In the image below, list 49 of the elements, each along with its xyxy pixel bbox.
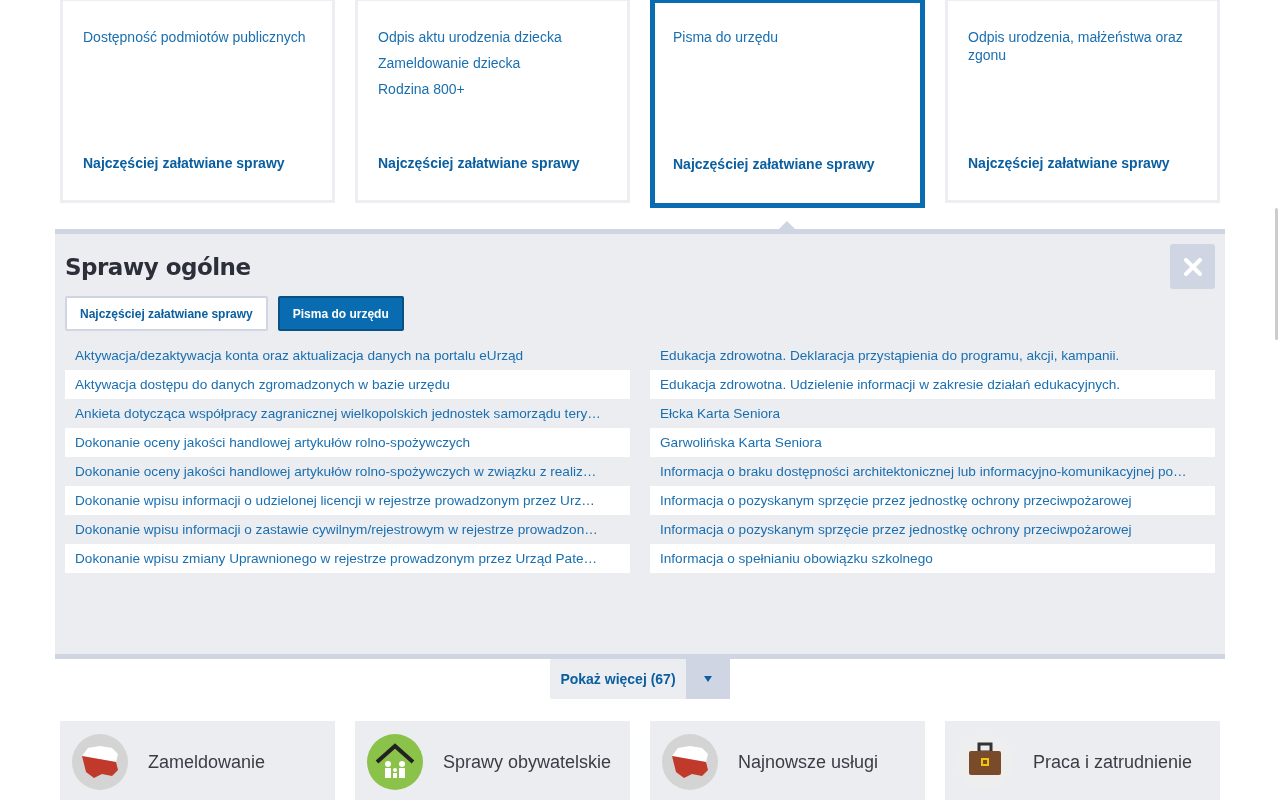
service-card[interactable]: Odpis aktu urodzenia dziecka Zameldowanie dziecka Rodzina 800+ Najczęściej załatwiane sprawy — [355, 0, 630, 203]
scrollbar-thumb[interactable] — [1275, 208, 1278, 340]
service-link[interactable]: Dostępność podmiotów publicznych — [83, 28, 312, 46]
service-link[interactable]: Zameldowanie dziecka — [378, 54, 607, 72]
service-link[interactable]: Rodzina 800+ — [378, 80, 607, 98]
service-list-item[interactable]: Edukacja zdrowotna. Udzielenie informacji w zakresie działań edukacyjnych. — [650, 370, 1215, 399]
service-list-item[interactable]: Informacja o pozyskanym sprzęcie przez jednostkę ochrony przeciwpożarowej — [650, 486, 1215, 515]
card-footer-link[interactable]: Najczęściej załatwiane sprawy — [83, 154, 312, 172]
service-list-item[interactable]: Garwolińska Karta Seniora — [650, 428, 1215, 457]
close-icon — [1183, 257, 1202, 276]
category-label: Sprawy obywatelskie — [443, 751, 612, 774]
service-list-item[interactable]: Informacja o braku dostępności architektonicznej lub informacyjno-komunikacyjnej po… — [650, 457, 1215, 486]
category-label: Zameldowanie — [148, 751, 266, 774]
service-list-item[interactable]: Aktywacja dostępu do danych zgromadzonych w bazie urzędu — [65, 370, 630, 399]
category-tile[interactable]: Najnowsze usługi — [650, 721, 925, 800]
service-list-item[interactable]: Aktywacja/dezaktywacja konta oraz aktualizacja danych na portalu eUrząd — [65, 341, 630, 370]
dropdown-button[interactable] — [685, 659, 730, 699]
service-list-item[interactable]: Dokonanie oceny jakości handlowej artykułów rolno-spożywczych — [65, 428, 630, 457]
service-list-item[interactable]: Dokonanie wpisu informacji o udzielonej licencji w rejestrze prowadzonym przez Urz… — [65, 486, 630, 515]
service-card[interactable]: Pisma do urzędu Najczęściej załatwiane sprawy — [650, 0, 925, 208]
caret-icon — [703, 676, 712, 682]
service-list-item[interactable]: Edukacja zdrowotna. Deklaracja przystąpienia do programu, akcji, kampanii. — [650, 341, 1215, 370]
service-list-item[interactable]: Dokonanie oceny jakości handlowej artykułów rolno-spożywczych w związku z realiz… — [65, 457, 630, 486]
close-button[interactable] — [1170, 244, 1215, 289]
service-link[interactable]: Pisma do urzędu — [673, 28, 902, 46]
service-list-item[interactable]: Informacja o spełnianiu obowiązku szkolnego — [650, 544, 1215, 573]
service-list-item[interactable]: Dokonanie wpisu zmiany Uprawnionego w rejestrze prowadzonym przez Urząd Pate… — [65, 544, 630, 573]
family-house-icon — [367, 734, 423, 790]
service-list-item[interactable]: Informacja o pozyskanym sprzęcie przez jednostkę ochrony przeciwpożarowej — [650, 515, 1215, 544]
category-tile[interactable]: Sprawy obywatelskie — [355, 721, 630, 800]
service-card[interactable]: Odpis urodzenia, małżeństwa oraz zgonu Najczęściej załatwiane sprawy — [945, 0, 1220, 203]
tab[interactable]: Pisma do urzędu — [277, 296, 404, 331]
poland-map-icon — [662, 734, 718, 790]
service-link[interactable]: Odpis urodzenia, małżeństwa oraz zgonu — [968, 28, 1197, 64]
panel-title: Sprawy ogólne — [65, 254, 251, 280]
category-tile[interactable]: Praca i zatrudnienie — [945, 721, 1220, 800]
service-link[interactable]: Odpis aktu urodzenia dziecka — [378, 28, 607, 46]
tab[interactable]: Najczęściej załatwiane sprawy — [65, 296, 268, 331]
service-list-item[interactable]: Ankieta dotycząca współpracy zagranicznej wielkopolskich jednostek samorządu tery… — [65, 399, 630, 428]
category-label: Praca i zatrudnienie — [1033, 751, 1193, 774]
category-label: Najnowsze usługi — [738, 751, 879, 774]
service-list-item[interactable]: Ełcka Karta Seniora — [650, 399, 1215, 428]
category-tile[interactable]: Zameldowanie — [60, 721, 335, 800]
card-footer-link[interactable]: Najczęściej załatwiane sprawy — [378, 154, 607, 172]
card-footer-link[interactable]: Najczęściej załatwiane sprawy — [673, 155, 902, 173]
card-footer-link[interactable]: Najczęściej załatwiane sprawy — [968, 154, 1197, 172]
poland-map-icon — [72, 734, 128, 790]
service-list-item[interactable]: Dokonanie wpisu informacji o zastawie cywilnym/rejestrowym w rejestrze prowadzon… — [65, 515, 630, 544]
service-card[interactable]: Dostępność podmiotów publicznych Najczęściej załatwiane sprawy — [60, 0, 335, 203]
